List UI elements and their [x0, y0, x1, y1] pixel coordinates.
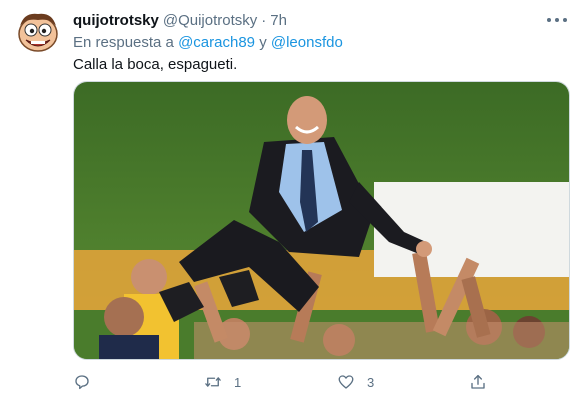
retweet-icon	[205, 377, 221, 387]
heart-icon	[338, 375, 354, 389]
retweet-count: 1	[234, 374, 242, 390]
reply-icon	[75, 375, 89, 390]
reply-button[interactable]	[73, 370, 103, 394]
timestamp[interactable]: 7h	[270, 12, 287, 29]
tweet-text: Calla la boca, espagueti.	[73, 56, 238, 73]
retweet-button[interactable]: 1	[204, 370, 241, 394]
like-count: 3	[367, 374, 375, 390]
reply-context: En respuesta a @carach89 y @leonsfdo	[73, 33, 343, 53]
separator-dot: ·	[261, 12, 267, 29]
display-name[interactable]: quijotrotsky	[73, 12, 159, 29]
avatar[interactable]	[14, 8, 62, 56]
tweet-media-photo[interactable]	[73, 81, 570, 360]
tweet-actions: 1 3	[73, 370, 493, 394]
like-button[interactable]: 3	[337, 370, 374, 394]
reply-prefix: En respuesta a	[73, 34, 174, 51]
tweet[interactable]: quijotrotsky @Quijotrotsky · 7h En respuest…	[0, 0, 585, 400]
share-icon	[471, 374, 485, 389]
share-button[interactable]	[469, 370, 499, 394]
mention-link[interactable]: @carach89	[178, 34, 255, 51]
more-options-icon[interactable]	[547, 13, 567, 27]
reply-conjunction: y	[259, 34, 267, 51]
mention-link[interactable]: @leonsfdo	[271, 34, 343, 51]
user-handle[interactable]: @Quijotrotsky	[163, 12, 257, 29]
celebration-photo	[74, 82, 569, 359]
cartoon-face-avatar-icon	[18, 13, 58, 52]
tweet-header: quijotrotsky @Quijotrotsky · 7h	[73, 11, 565, 31]
